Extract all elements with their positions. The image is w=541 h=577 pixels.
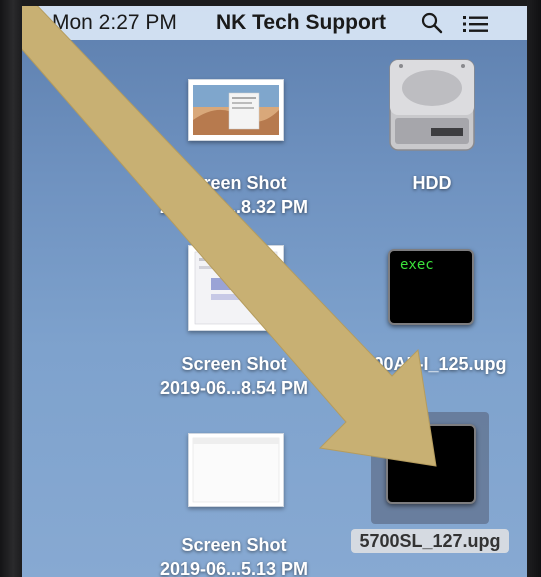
item-name-selected-wrapper: 5700SL_127.upg <box>340 529 520 553</box>
item-name: 5700SL_127.upg <box>351 529 509 553</box>
exec-text: exec <box>398 432 432 448</box>
executable-icon: exec <box>386 424 476 504</box>
item-name: 5700AL-I_125.upg <box>353 354 507 374</box>
item-date: 2019-06...5.13 PM <box>159 559 309 577</box>
item-date: 2019-06...8.32 PM <box>159 197 309 217</box>
screenshot-thumbnail <box>188 79 284 141</box>
menu-bar-clock[interactable]: Mon 2:27 PM <box>52 11 177 35</box>
list-icon[interactable] <box>462 13 490 35</box>
item-name: Screen Shot <box>181 535 287 555</box>
hard-drive-icon <box>387 58 477 152</box>
screen-frame-right <box>527 0 541 577</box>
screen-frame-left <box>0 0 22 577</box>
search-icon[interactable] <box>420 11 444 35</box>
desktop[interactable]: Mon 2:27 PM NK Tech Support Screen Shot … <box>22 6 527 577</box>
item-date: 2019-06...8.54 PM <box>159 378 309 398</box>
item-name: Screen Shot <box>181 354 287 374</box>
item-name: HDD <box>412 173 452 193</box>
executable-icon: exec <box>388 249 474 325</box>
item-name: Screen Shot <box>181 173 287 193</box>
menu-bar: Mon 2:27 PM NK Tech Support <box>22 6 527 40</box>
screenshot-thumbnail <box>188 245 284 331</box>
exec-text: exec <box>400 257 434 273</box>
menu-bar-user-name[interactable]: NK Tech Support <box>216 11 386 35</box>
screenshot-thumbnail <box>188 433 284 507</box>
